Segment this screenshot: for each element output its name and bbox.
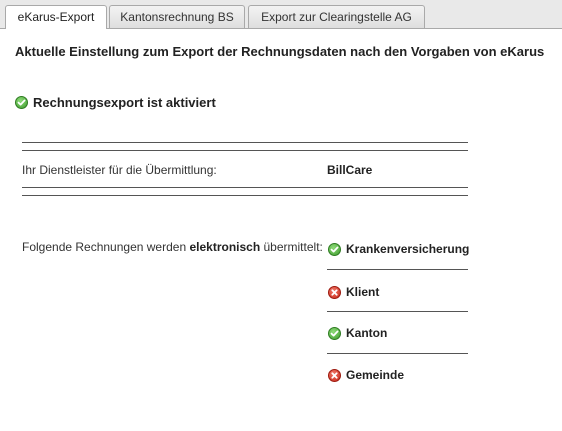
divider (327, 269, 468, 270)
transmission-label-pre: Folgende Rechnungen werden (22, 240, 190, 254)
tab-bar: eKarus-Export Kantonsrechnung BS Export … (0, 0, 562, 29)
divider (22, 150, 468, 151)
divider (22, 195, 468, 196)
check-circle-icon (328, 326, 341, 340)
recipient-gemeinde: Gemeinde (328, 368, 404, 382)
tab-kantonsrechnung-bs[interactable]: Kantonsrechnung BS (109, 5, 245, 28)
provider-value: BillCare (327, 163, 373, 177)
divider (22, 187, 468, 188)
recipient-krankenversicherung: Krankenversicherung (328, 242, 469, 256)
recipient-name: Krankenversicherung (346, 242, 470, 256)
cross-circle-icon (328, 285, 341, 299)
transmission-label-bold: elektronisch (189, 240, 261, 254)
check-circle-icon (15, 96, 28, 109)
recipient-name: Klient (346, 285, 380, 299)
divider (327, 311, 468, 312)
cross-circle-icon (328, 368, 341, 382)
divider (327, 353, 468, 354)
tab-ekarus-export[interactable]: eKarus-Export (5, 5, 107, 29)
export-status: Rechnungsexport ist aktiviert (15, 95, 216, 110)
recipient-kanton: Kanton (328, 326, 387, 340)
page-title: Aktuelle Einstellung zum Export der Rech… (15, 44, 545, 59)
transmission-label: Folgende Rechnungen werden elektronisch … (22, 240, 323, 254)
provider-label: Ihr Dienstleister für die Übermittlung: (22, 163, 217, 177)
divider (22, 142, 468, 143)
recipient-klient: Klient (328, 285, 379, 299)
recipient-name: Kanton (346, 326, 388, 340)
status-text: Rechnungsexport ist aktiviert (33, 95, 216, 110)
transmission-label-post: übermittelt: (260, 240, 323, 254)
tab-export-clearingstelle-ag[interactable]: Export zur Clearingstelle AG (248, 5, 425, 28)
check-circle-icon (328, 242, 341, 256)
recipient-name: Gemeinde (346, 368, 405, 382)
